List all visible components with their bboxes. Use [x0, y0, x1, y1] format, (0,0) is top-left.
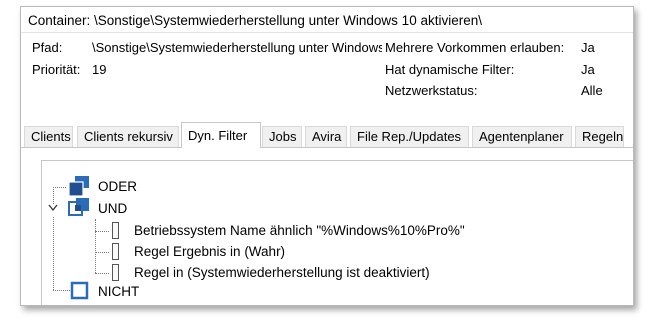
header-divider	[21, 32, 633, 33]
prioritaet-value: 19	[92, 62, 107, 77]
tree-node-condition[interactable]: Regel Ergebnis in (Wahr)	[134, 244, 285, 259]
tree-node-und[interactable]: UND	[98, 201, 127, 216]
tab-agentenplaner[interactable]: Agentenplaner	[472, 126, 572, 147]
tree-connector	[53, 187, 66, 188]
tree-connector	[53, 290, 70, 291]
tab-jobs[interactable]: Jobs	[262, 126, 302, 147]
stacked-squares-icon	[68, 176, 89, 197]
pfad-label: Pfad:	[32, 40, 63, 55]
pfad-value: \Sonstige\Systemwiederherstellung unter …	[92, 40, 382, 55]
condition-bar-icon	[112, 243, 119, 260]
condition-bar-icon	[112, 264, 119, 281]
condition-bar-icon	[112, 222, 119, 239]
tree-node-condition[interactable]: Betriebssystem Name ähnlich "%Windows%10…	[134, 223, 465, 238]
container-panel: Container: \Sonstige\Systemwiederherstel…	[20, 6, 634, 306]
tab-clients[interactable]: Clients	[24, 126, 73, 147]
prioritaet-label: Priorität:	[32, 62, 81, 77]
tree-node-oder[interactable]: ODER	[98, 179, 137, 194]
tab-clients-rekursiv[interactable]: Clients rekursiv	[77, 126, 179, 147]
netzwerkstatus-value: Alle	[581, 83, 603, 98]
tree-connector	[95, 219, 96, 273]
tree-connector	[95, 273, 109, 274]
screenshot-frame: Container: \Sonstige\Systemwiederherstel…	[0, 0, 669, 330]
chevron-down-icon[interactable]	[48, 201, 58, 215]
dynamische-filter-value: Ja	[581, 62, 595, 77]
netzwerkstatus-label: Netzwerkstatus:	[385, 83, 478, 98]
filter-tree: ODER UND Betriebssystem Name ähnlich "%W…	[41, 160, 633, 305]
tab-file-rep-updates[interactable]: File Rep./Updates	[350, 126, 469, 147]
tree-connector	[95, 231, 109, 232]
tab-dyn-filter[interactable]: Dyn. Filter	[181, 122, 261, 148]
mehrere-vorkommen-label: Mehrere Vorkommen erlauben:	[385, 40, 565, 55]
hollow-square-icon	[70, 281, 89, 300]
tab-strip: Clients Clients rekursiv Dyn. Filter Job…	[21, 122, 633, 148]
mehrere-vorkommen-value: Ja	[581, 40, 595, 55]
container-title: Container: \Sonstige\Systemwiederherstel…	[28, 13, 482, 28]
tree-node-nicht[interactable]: NICHT	[98, 284, 139, 299]
tab-avira[interactable]: Avira	[305, 126, 347, 147]
overlapping-squares-icon	[68, 198, 89, 216]
tab-regeln[interactable]: Regeln	[575, 126, 624, 147]
tree-node-condition[interactable]: Regel in (Systemwiederherstellung ist de…	[134, 265, 430, 280]
tab-content-border	[21, 147, 633, 148]
tree-connector	[95, 252, 109, 253]
tree-connector	[53, 217, 54, 290]
dynamische-filter-label: Hat dynamische Filter:	[385, 62, 515, 77]
